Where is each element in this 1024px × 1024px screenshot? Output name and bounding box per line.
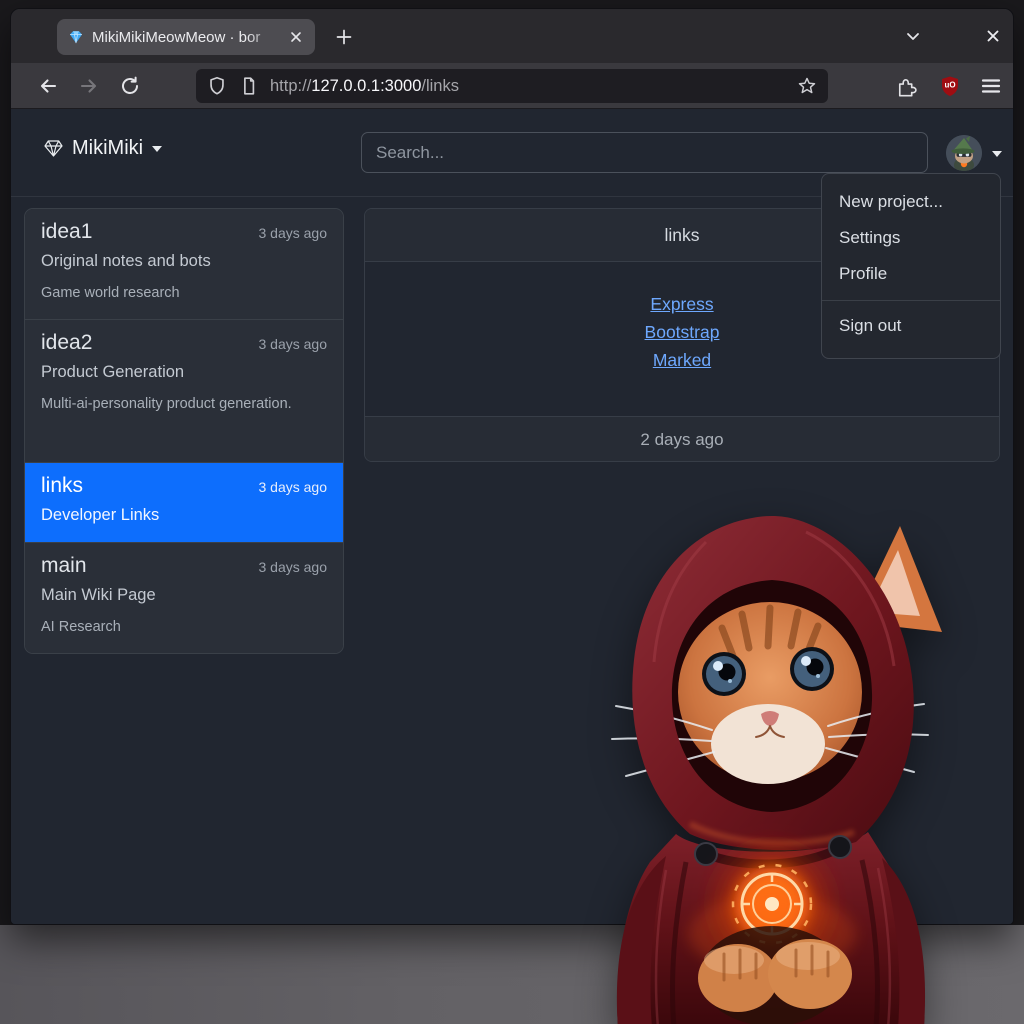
gem-brand-icon (44, 140, 63, 157)
item-timestamp: 3 days ago (259, 479, 328, 495)
item-timestamp: 3 days ago (259, 559, 328, 575)
url-path: /links (421, 77, 459, 95)
link-express[interactable]: Express (650, 291, 713, 318)
item-title: links (41, 474, 83, 498)
menu-divider (822, 300, 1000, 301)
reload-icon[interactable] (113, 69, 147, 103)
link-marked[interactable]: Marked (653, 347, 711, 374)
item-title: idea2 (41, 331, 92, 355)
url-scheme: http:// (270, 77, 311, 95)
avatar-chevron-down-icon[interactable] (992, 151, 1002, 157)
browser-tab[interactable]: MikiMikiMeowMeow · bor (57, 19, 315, 55)
menu-item-sign-out[interactable]: Sign out (822, 308, 1000, 344)
item-subtitle: Original notes and bots (41, 252, 327, 271)
bookmark-star-icon[interactable] (796, 75, 818, 97)
url-host: 127.0.0.1:3000 (311, 77, 421, 95)
link-bootstrap[interactable]: Bootstrap (645, 319, 720, 346)
menu-item-new-project[interactable]: New project... (822, 184, 1000, 220)
hamburger-menu-icon[interactable] (974, 69, 1008, 103)
new-tab-button[interactable] (329, 22, 359, 52)
list-tabs-chevron-icon[interactable] (895, 21, 931, 51)
item-description: AI Research (41, 614, 327, 641)
item-title: idea1 (41, 220, 92, 244)
list-item-main[interactable]: main 3 days ago Main Wiki Page AI Resear… (25, 542, 343, 653)
ublock-label: uO (944, 81, 955, 90)
list-item-idea2[interactable]: idea2 3 days ago Product Generation Mult… (25, 319, 343, 462)
url-text: http://127.0.0.1:3000/links (270, 77, 459, 96)
shield-icon[interactable] (206, 75, 228, 97)
card-updated-timestamp: 2 days ago (365, 416, 999, 461)
item-title: main (41, 554, 87, 578)
browser-titlebar[interactable]: MikiMikiMeowMeow · bor (11, 9, 1013, 63)
item-timestamp: 3 days ago (259, 225, 328, 241)
tab-close-icon[interactable] (285, 26, 307, 48)
item-description: Multi-ai-personality product generation. (41, 391, 327, 418)
extensions-puzzle-icon[interactable] (889, 69, 923, 103)
ublock-shield-icon[interactable]: uO (933, 69, 967, 103)
back-icon[interactable] (31, 69, 65, 103)
brand-dropdown[interactable]: MikiMiki (44, 137, 162, 160)
page-list: idea1 3 days ago Original notes and bots… (24, 208, 344, 654)
forward-icon[interactable] (72, 69, 106, 103)
url-bar[interactable]: http://127.0.0.1:3000/links (196, 69, 828, 103)
menu-item-profile[interactable]: Profile (822, 256, 1000, 292)
list-item-links-selected[interactable]: links 3 days ago Developer Links (25, 462, 343, 542)
item-description: Game world research (41, 280, 327, 307)
user-dropdown-menu: New project... Settings Profile Sign out (821, 173, 1001, 359)
gem-favicon-icon (68, 29, 84, 45)
item-subtitle: Developer Links (41, 506, 327, 525)
chevron-down-icon (152, 146, 162, 152)
tab-title: MikiMikiMeowMeow · bor (92, 29, 285, 46)
browser-toolbar: http://127.0.0.1:3000/links uO (11, 63, 1013, 109)
avatar[interactable] (946, 135, 982, 171)
window-close-icon[interactable] (975, 21, 1011, 51)
wizard-kitten-image (556, 502, 986, 1024)
page-info-icon[interactable] (238, 75, 260, 97)
menu-item-settings[interactable]: Settings (822, 220, 1000, 256)
search-input[interactable] (361, 132, 928, 173)
list-item-idea1[interactable]: idea1 3 days ago Original notes and bots… (25, 209, 343, 319)
item-subtitle: Main Wiki Page (41, 586, 327, 605)
item-subtitle: Product Generation (41, 363, 327, 382)
item-timestamp: 3 days ago (259, 336, 328, 352)
brand-label: MikiMiki (72, 137, 143, 160)
